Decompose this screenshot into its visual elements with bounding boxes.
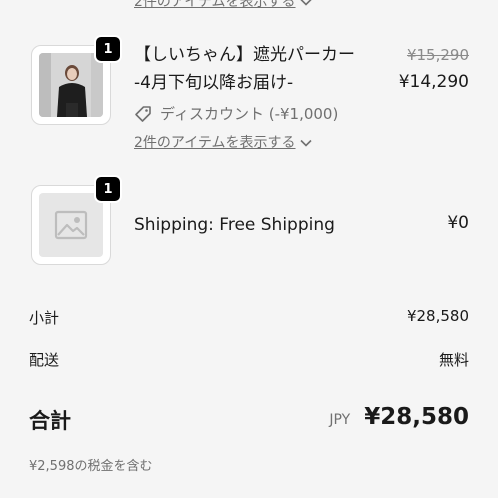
shipping-title: Shipping: Free Shipping	[134, 215, 335, 235]
shipping-label: 配送	[29, 351, 60, 369]
total-amount: JPY ¥28,580	[329, 404, 469, 430]
quantity-badge: 1	[94, 175, 122, 203]
shipping-price: ¥0	[447, 213, 469, 233]
show-items-link-top[interactable]: 2件のアイテムを表示する	[134, 0, 312, 11]
show-items-link-label: 2件のアイテムを表示する	[134, 0, 296, 10]
placeholder-box	[39, 193, 103, 257]
subtotal-value: ¥28,580	[406, 307, 469, 325]
original-price: ¥15,290	[406, 46, 469, 64]
shipping-value: 無料	[438, 351, 469, 369]
tax-note: ¥2,598の税金を含む	[29, 459, 153, 474]
show-items-link[interactable]: 2件のアイテムを表示する	[134, 132, 312, 152]
image-placeholder-icon	[54, 210, 88, 240]
product-photo	[39, 53, 103, 117]
product-title-line2: -4月下旬以降お届け-	[134, 73, 294, 93]
quantity-badge: 1	[94, 35, 122, 63]
chevron-down-icon	[299, 0, 312, 6]
subtotal-label: 小計	[29, 309, 60, 327]
total-value: ¥28,580	[364, 404, 469, 430]
total-label: 合計	[29, 409, 71, 433]
chevron-down-icon	[299, 139, 312, 147]
discount-label: ディスカウント (-¥1,000)	[160, 105, 339, 123]
currency-code: JPY	[329, 412, 351, 428]
product-title-line1: 【しいちゃん】遮光パーカー	[134, 45, 355, 65]
tag-icon	[135, 105, 151, 122]
product-price: ¥14,290	[398, 72, 469, 92]
product-image	[39, 53, 103, 117]
show-items-link-label: 2件のアイテムを表示する	[134, 135, 296, 151]
discount-row: ディスカウント (-¥1,000)	[134, 103, 338, 124]
